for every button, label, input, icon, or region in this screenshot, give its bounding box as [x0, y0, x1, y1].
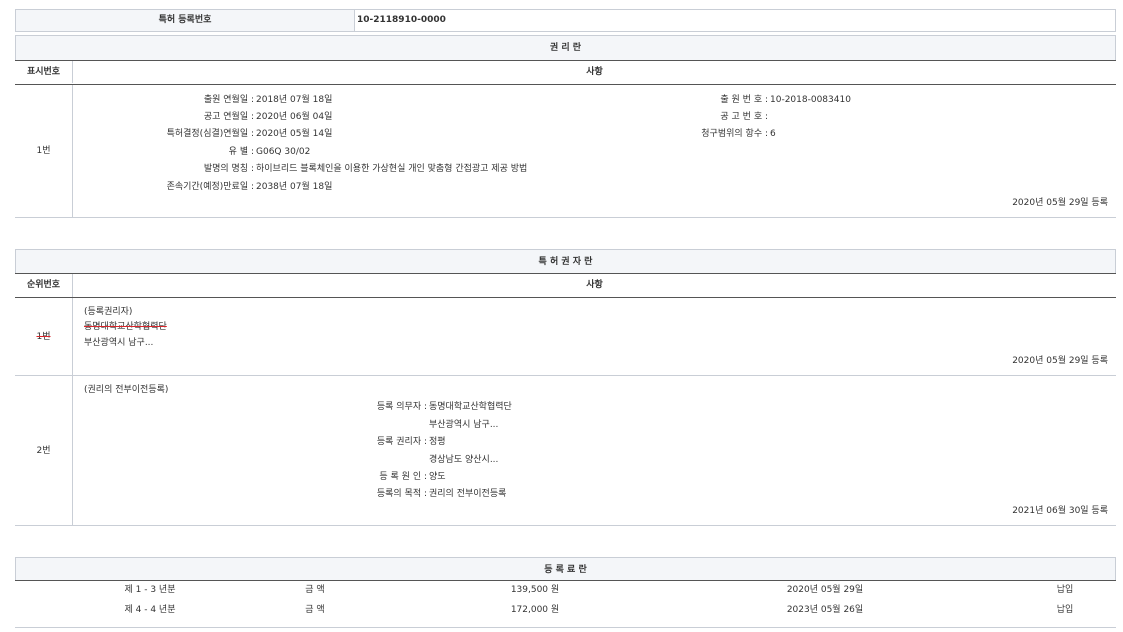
fee-row-1-date: 2020년 05월 29일 [755, 585, 895, 596]
fee-row-1: 제 1 - 3 년분 금 액 139,500 원 2020년 05월 29일 납… [15, 582, 1116, 600]
classification-label: 유 별 : [229, 147, 254, 158]
fee-row-2-date: 2023년 05월 26일 [755, 605, 895, 616]
classification-value: G06Q 30/02 [256, 147, 310, 158]
decision-date-label: 특허결정(심결)연월일 : [167, 129, 254, 140]
expiry-date-label: 존속기간(예정)만료일 : [167, 182, 254, 193]
right-holder-address: 경상남도 양산시... [429, 455, 498, 466]
claims-count-label: 청구범위의 항수 : [701, 129, 768, 140]
rights-section-title: 권 리 란 [15, 35, 1116, 60]
holder-col-num-header: 순위번호 [15, 274, 73, 297]
fee-row-2-year: 제 4 - 4 년분 [75, 605, 225, 616]
fee-row-1-year: 제 1 - 3 년분 [75, 585, 225, 596]
holder-row-2-num: 2번 [15, 376, 73, 526]
publication-date-label: 공고 연월일 : [204, 112, 254, 123]
fee-row-1-status: 납입 [1035, 585, 1095, 596]
holder-row-1-reg-date: 2020년 05월 29일 등록 [1012, 356, 1108, 367]
holder-row-1-name: 동명대학교산학협력단 [84, 322, 167, 333]
application-date-label: 출원 연월일 : [204, 95, 254, 106]
holder-section-title: 특 허 권 자 란 [15, 249, 1116, 274]
holder-row-1-type: (등록권리자) [84, 307, 132, 318]
rights-row: 1번 출원 연월일 : 2018년 07월 18일 공고 연월일 : 2020년… [15, 85, 1116, 218]
patent-holder-section: 특 허 권 자 란 순위번호 사항 1번 (등록권리자) 동명대학교산학협력단 … [15, 249, 1116, 527]
registration-cause-value: 양도 [429, 472, 446, 483]
holder-row-2: 2번 (권리의 전부이전등록) 등록 의무자 : 동명대학교산학협력단 부산광역… [15, 376, 1116, 526]
fee-row-2-amount-label: 금 액 [285, 605, 345, 616]
right-holder-label: 등록 권리자 : [377, 437, 427, 448]
rights-col-content-header: 사항 [73, 61, 1116, 83]
fee-row-2-amount: 172,000 원 [475, 605, 595, 616]
fee-row-2: 제 4 - 4 년분 금 액 172,000 원 2023년 05월 26일 납… [15, 602, 1116, 620]
fee-row-2-status: 납입 [1035, 605, 1095, 616]
rights-registration-date: 2020년 05월 29일 등록 [1012, 198, 1108, 209]
rights-col-num-header: 표시번호 [15, 61, 73, 83]
registration-number-table: 특허 등록번호 10-2118910-0000 [15, 9, 1116, 32]
publication-number-label: 공 고 번 호 : [720, 112, 768, 123]
decision-date-value: 2020년 05월 14일 [256, 129, 332, 140]
rights-section: 권 리 란 표시번호 사항 1번 출원 연월일 : 2018년 07월 18일 … [15, 35, 1116, 219]
registration-purpose-label: 등록의 목적 : [377, 489, 427, 500]
registration-purpose-value: 권리의 전부이전등록 [429, 489, 506, 500]
application-date-value: 2018년 07월 18일 [256, 95, 332, 106]
holder-row-2-type: (권리의 전부이전등록) [84, 385, 168, 396]
fee-section-title: 등 록 료 란 [15, 557, 1116, 581]
invention-title-value: 하이브리드 블록체인을 이용한 가상현실 개인 맞춤형 간접광고 제공 방법 [256, 164, 527, 175]
holder-row-1-num: 1번 [15, 298, 73, 376]
holder-col-content-header: 사항 [73, 274, 1116, 297]
registration-fee-section: 등 록 료 란 제 1 - 3 년분 금 액 139,500 원 2020년 0… [15, 557, 1116, 629]
publication-date-value: 2020년 06월 04일 [256, 112, 332, 123]
holder-row-1-address: 부산광역시 남구... [84, 338, 153, 349]
holder-row-1: 1번 (등록권리자) 동명대학교산학협력단 부산광역시 남구... 2020년 … [15, 298, 1116, 376]
obligor-name: 동명대학교산학협력단 [429, 402, 512, 413]
registration-number-value: 10-2118910-0000 [357, 10, 446, 31]
right-holder-name: 정평 [429, 437, 446, 448]
application-number-label: 출 원 번 호 : [720, 95, 768, 106]
fee-row-1-amount: 139,500 원 [475, 585, 595, 596]
fee-row-1-amount-label: 금 액 [285, 585, 345, 596]
claims-count-value: 6 [770, 129, 776, 140]
holder-row-2-reg-date: 2021년 06월 30일 등록 [1012, 506, 1108, 517]
registration-cause-label: 등 록 원 인 : [379, 472, 427, 483]
invention-title-label: 발명의 명칭 : [204, 164, 254, 175]
expiry-date-value: 2038년 07월 18일 [256, 182, 332, 193]
obligor-label: 등록 의무자 : [377, 402, 427, 413]
application-number-value: 10-2018-0083410 [770, 95, 851, 106]
registration-number-label: 특허 등록번호 [16, 10, 355, 31]
rights-row-num: 1번 [15, 85, 73, 218]
obligor-address: 부산광역시 남구... [429, 420, 498, 431]
